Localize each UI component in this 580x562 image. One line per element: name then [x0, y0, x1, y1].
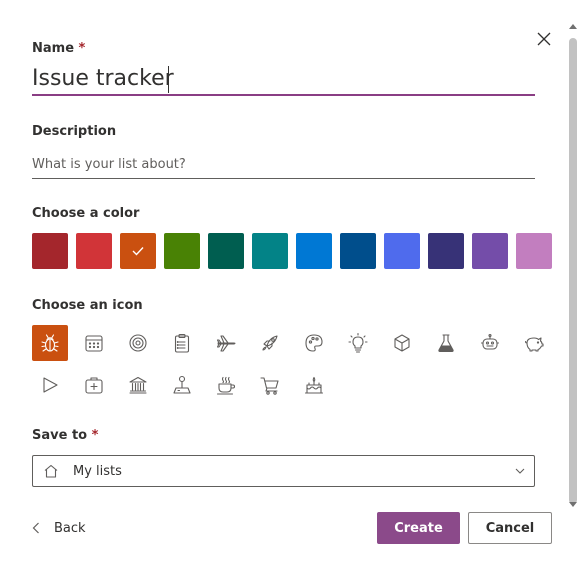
icon-option-lightbulb[interactable]	[340, 325, 376, 361]
rocket-icon	[262, 335, 278, 351]
medical-kit-icon	[85, 377, 103, 394]
icon-row	[32, 367, 552, 403]
scroll-thumb[interactable]	[569, 38, 577, 504]
color-swatch[interactable]	[32, 233, 68, 269]
color-swatch[interactable]	[120, 233, 156, 269]
description-label: Description	[32, 124, 117, 139]
icon-option-flask[interactable]	[428, 325, 464, 361]
bank-icon	[129, 376, 147, 394]
back-label: Back	[54, 520, 86, 536]
lightbulb-icon	[348, 332, 368, 353]
icon-option-cake[interactable]	[296, 367, 332, 403]
icon-option-bank[interactable]	[120, 367, 156, 403]
icon-option-airplane[interactable]	[208, 325, 244, 361]
name-required-marker: *	[78, 41, 86, 56]
color-picker	[32, 233, 552, 269]
icon-row	[32, 325, 552, 361]
icon-option-target[interactable]	[120, 325, 156, 361]
color-swatch[interactable]	[384, 233, 420, 269]
close-icon	[537, 32, 551, 46]
icon-label: Choose an icon	[32, 298, 143, 313]
icon-option-coffee-cup[interactable]	[208, 367, 244, 403]
chevron-left-icon	[32, 522, 39, 534]
scroll-down-arrow[interactable]	[569, 502, 577, 507]
icon-option-robot[interactable]	[472, 325, 508, 361]
color-swatch[interactable]	[252, 233, 288, 269]
icon-option-palette[interactable]	[296, 325, 332, 361]
save-to-required-marker: *	[91, 428, 99, 443]
color-label: Choose a color	[32, 206, 140, 221]
joystick-icon	[173, 375, 191, 394]
name-label-text: Name	[32, 41, 75, 56]
back-button[interactable]: Back	[32, 517, 86, 539]
home-icon	[44, 464, 58, 478]
robot-icon	[480, 333, 500, 350]
save-to-label-text: Save to	[32, 428, 88, 443]
icon-option-medical-kit[interactable]	[76, 367, 112, 403]
icon-option-cube[interactable]	[384, 325, 420, 361]
color-swatch[interactable]	[428, 233, 464, 269]
checkmark-icon	[132, 247, 144, 256]
icon-option-bug[interactable]	[32, 325, 68, 361]
icon-option-rocket[interactable]	[252, 325, 288, 361]
chevron-down-icon	[515, 468, 525, 474]
description-input[interactable]	[32, 150, 535, 179]
save-to-value: My lists	[73, 463, 122, 479]
cube-icon	[394, 334, 410, 352]
coffee-cup-icon	[216, 376, 236, 395]
airplane-icon	[216, 335, 236, 352]
save-to-label: Save to *	[32, 428, 98, 443]
text-caret	[168, 66, 169, 93]
icon-option-shopping-cart[interactable]	[252, 367, 288, 403]
scrollbar[interactable]	[566, 24, 580, 512]
close-button[interactable]	[533, 28, 555, 50]
color-swatch[interactable]	[164, 233, 200, 269]
cancel-button[interactable]: Cancel	[468, 512, 552, 544]
bug-icon	[41, 334, 59, 352]
color-swatch[interactable]	[472, 233, 508, 269]
icon-option-calendar[interactable]	[76, 325, 112, 361]
name-label: Name *	[32, 41, 85, 56]
color-swatch[interactable]	[296, 233, 332, 269]
clipboard-icon	[174, 333, 190, 353]
calendar-icon	[85, 335, 103, 352]
icon-picker	[32, 325, 552, 409]
color-swatch[interactable]	[516, 233, 552, 269]
piggy-bank-icon	[524, 337, 544, 352]
scroll-up-arrow[interactable]	[569, 24, 577, 29]
play-icon	[43, 377, 58, 393]
save-to-dropdown[interactable]: My lists	[32, 455, 535, 487]
name-input[interactable]	[32, 62, 535, 96]
create-button[interactable]: Create	[377, 512, 460, 544]
icon-option-piggy-bank[interactable]	[516, 325, 552, 361]
cake-icon	[304, 376, 324, 394]
icon-option-joystick[interactable]	[164, 367, 200, 403]
color-swatch[interactable]	[76, 233, 112, 269]
icon-option-clipboard[interactable]	[164, 325, 200, 361]
shopping-cart-icon	[260, 377, 279, 395]
icon-option-play[interactable]	[32, 367, 68, 403]
flask-icon	[438, 334, 454, 353]
color-swatch[interactable]	[208, 233, 244, 269]
target-icon	[129, 334, 147, 352]
palette-icon	[305, 334, 323, 352]
color-swatch[interactable]	[340, 233, 376, 269]
